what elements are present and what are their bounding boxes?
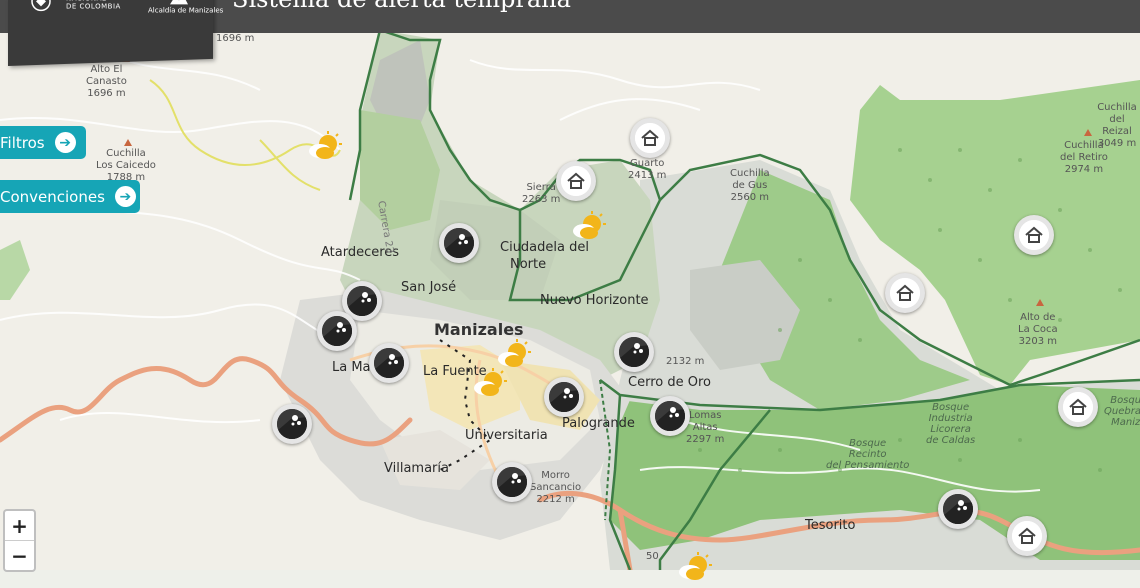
label-cuchilla-gus: Cuchilla de Gus 2560 m [730, 168, 770, 203]
landslide-icon [655, 401, 685, 431]
label-peak-1696: 1696 m [216, 33, 255, 44]
page-title: Sistema de alerta temprana [232, 0, 571, 13]
alcaldia-logo-text: Alcaldía de Manizales [148, 6, 224, 15]
label-nuevo-horizonte: Nuevo Horizonte [540, 293, 649, 308]
label-cerro-de-oro: Cerro de Oro [628, 375, 711, 390]
zoom-control: + − [3, 509, 36, 572]
sun-cloud-icon [573, 211, 606, 239]
unal-logo-text: NACIONAL DE COLOMBIA [66, 0, 121, 11]
landslide-icon [943, 494, 973, 524]
zoom-in-button[interactable]: + [5, 511, 34, 540]
label-universitaria: Universitaria [465, 428, 548, 443]
landslide-icon [322, 316, 352, 346]
alcaldia-logo: Alcaldía de Manizales [142, 0, 223, 18]
label-san-jose: San José [401, 280, 457, 295]
landslide-icon [444, 228, 474, 258]
house-icon [1063, 392, 1093, 422]
house-icon [890, 278, 920, 308]
weather-marker[interactable] [471, 368, 507, 400]
weather-marker[interactable] [570, 211, 606, 243]
landslide-icon [277, 409, 307, 439]
label-norte: Norte [510, 257, 547, 272]
label-villamaria: Villamaría [384, 461, 449, 476]
landslide-marker[interactable] [650, 396, 690, 436]
house-marker[interactable] [1014, 215, 1054, 255]
sun-cloud-icon [498, 339, 531, 367]
landslide-marker[interactable] [317, 311, 357, 351]
house-icon [1019, 220, 1049, 250]
label-bosque-industria: Bosque Industria Licorera de Caldas [926, 402, 976, 446]
label-alto-coca: Alto de La Coca 3203 m [1018, 312, 1058, 347]
logo-panel: NACIONAL DE COLOMBIA Alcaldía de Manizal… [8, 0, 223, 67]
label-manizales: Manizales [434, 320, 524, 339]
house-icon [635, 123, 665, 153]
house-marker[interactable] [1007, 516, 1047, 556]
label-cuchilla-caicedo: Cuchilla Los Caicedo 1788 m [96, 148, 156, 183]
landslide-marker[interactable] [369, 343, 409, 383]
house-marker[interactable] [1058, 387, 1098, 427]
filters-label: Filtros [0, 133, 45, 152]
landslide-icon [374, 348, 404, 378]
label-la-ma: La Ma [332, 360, 371, 375]
landslide-icon [619, 337, 649, 367]
label-retiro: Cuchilla del Retiro 2974 m [1060, 140, 1108, 175]
label-palogrande: Palogrande [562, 416, 635, 431]
zoom-out-button[interactable]: − [5, 540, 34, 570]
weather-marker[interactable] [495, 339, 531, 371]
landslide-marker[interactable] [614, 332, 654, 372]
house-marker[interactable] [556, 161, 596, 201]
house-icon [561, 166, 591, 196]
landslide-marker[interactable] [492, 462, 532, 502]
landslide-marker[interactable] [439, 223, 479, 263]
landslide-marker[interactable] [272, 404, 312, 444]
unal-logo: NACIONAL DE COLOMBIA [28, 0, 148, 20]
label-guarto: Guarto 2413 m [628, 158, 667, 181]
label-tesorito: Tesorito [805, 518, 856, 533]
label-route-50: 50 [646, 551, 659, 562]
house-marker[interactable] [885, 273, 925, 313]
label-bosque-quebrada: Bosque Quebrada Maniza [1104, 395, 1140, 428]
house-icon [1012, 521, 1042, 551]
unal-seal-icon [31, 0, 51, 12]
label-lomas-altas: Lomas Altas 2297 m [686, 410, 725, 445]
label-elevation-2132: 2132 m [666, 356, 705, 367]
house-marker[interactable] [630, 118, 670, 158]
filters-button[interactable]: Filtros ➔ [0, 126, 86, 159]
arrow-right-icon: ➔ [54, 132, 76, 153]
sun-cloud-icon [679, 552, 712, 580]
conventions-label: Convenciones [0, 187, 105, 206]
label-morro-sancancio: Morro Sancancio 2212 m [530, 470, 582, 505]
weather-marker[interactable] [676, 552, 712, 584]
landslide-icon [549, 382, 579, 412]
label-sierra: Sierra 2263 m [522, 182, 561, 205]
conventions-button[interactable]: Convenciones ➔ [0, 180, 140, 213]
arrow-right-icon: ➔ [114, 186, 136, 207]
label-alto-canasto: Alto El Canasto 1696 m [86, 64, 127, 99]
landslide-icon [347, 286, 377, 316]
weather-marker[interactable] [306, 131, 342, 163]
landslide-marker[interactable] [938, 489, 978, 529]
landslide-marker[interactable] [544, 377, 584, 417]
sun-cloud-icon [309, 131, 342, 159]
landslide-icon [497, 467, 527, 497]
sun-cloud-icon [474, 368, 507, 396]
label-bosque-recinto: Bosque Recinto del Pensamiento [826, 438, 910, 471]
